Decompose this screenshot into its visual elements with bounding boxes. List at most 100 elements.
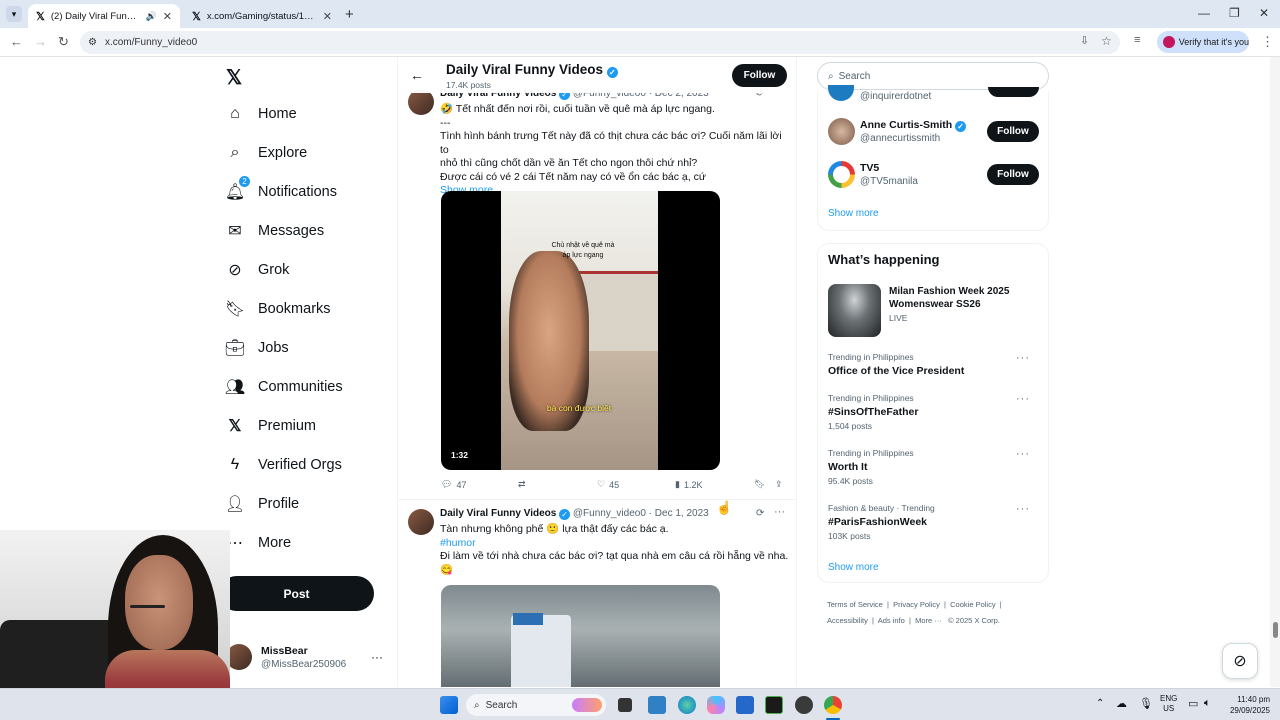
partial-follow-button[interactable] [988, 87, 1039, 97]
footer-link[interactable]: Accessibility [827, 616, 868, 625]
show-more-link[interactable]: Show more [828, 208, 879, 219]
forward-icon[interactable]: → [34, 34, 47, 49]
widgets-icon[interactable] [648, 696, 666, 714]
reply-button[interactable]: 💬︎ 47 [441, 479, 466, 490]
tray-chevron-icon[interactable]: ⌃ [1096, 698, 1104, 709]
app-icon[interactable] [795, 696, 813, 714]
clock[interactable]: 11:40 pm 29/09/2025 [1222, 694, 1270, 716]
trend-row[interactable]: Fashion & beauty · Trending #ParisFashio… [828, 503, 1040, 543]
suggestion-row[interactable]: TV5 @TV5manila Follow [828, 159, 1040, 191]
tab-daily-viral[interactable]: 𝕏 (2) Daily Viral Funny Videos 🔊 ✕ [28, 4, 180, 28]
edge-icon[interactable] [678, 696, 696, 714]
tweet-date[interactable]: Dec 1, 2023 [655, 508, 709, 519]
display-icon[interactable]: ▭ [1188, 697, 1198, 710]
nav-home[interactable]: ⌂ Home [226, 105, 297, 123]
nav-explore[interactable]: ⌕ Explore [226, 144, 308, 162]
tweet-avatar[interactable] [408, 509, 434, 535]
suggestion-name[interactable]: Anne Curtis-Smith ✓ [860, 119, 967, 132]
site-info-icon[interactable]: ⚙ [88, 37, 97, 48]
tweet-video[interactable] [441, 585, 720, 687]
bookmark-star-icon[interactable]: ☆ [1101, 34, 1112, 48]
menu-icon[interactable]: ⋮ [1261, 34, 1274, 50]
account-switcher[interactable]: MissBear @MissBear250906 ··· [226, 642, 386, 674]
nav-profile[interactable]: 👤︎ Profile [225, 495, 299, 513]
close-tab-icon[interactable]: ✕ [323, 10, 332, 23]
hashtag-link[interactable]: #humor [440, 537, 790, 551]
share-button[interactable]: ⇪ [775, 479, 783, 490]
nav-grok[interactable]: ⊘ Grok [226, 261, 289, 279]
back-arrow-icon[interactable]: ← [410, 67, 424, 83]
grok-icon[interactable]: ⟳ [756, 508, 764, 519]
close-tab-icon[interactable]: ✕ [163, 10, 172, 23]
tweet-handle[interactable]: @Funny_video0 [573, 508, 646, 519]
install-icon[interactable]: ⇩ [1080, 34, 1089, 47]
tweet-author[interactable]: Daily Viral Funny Videos [440, 508, 556, 519]
nav-premium[interactable]: 𝕏 Premium [226, 417, 316, 435]
tab-gaming-status[interactable]: 𝕏 x.com/Gaming/status/1659699 ✕ [184, 4, 340, 28]
suggestion-avatar[interactable] [828, 85, 854, 101]
nav-more[interactable]: ⋯ More [226, 534, 291, 552]
trend-more-icon[interactable]: ··· [1016, 448, 1030, 460]
tweet-video[interactable]: Chủ nhật về quê mà áp lực ngang bà con đ… [441, 191, 720, 470]
footer-link[interactable]: Cookie Policy [950, 600, 995, 609]
follow-button[interactable]: Follow [987, 121, 1039, 142]
mic-icon[interactable]: 🎙︎ [1139, 697, 1153, 710]
suggestion-avatar[interactable] [828, 118, 855, 145]
like-button[interactable]: ♡ 45 [597, 479, 619, 490]
tv5-logo-icon[interactable] [828, 161, 855, 188]
show-more-link[interactable]: Show more [828, 562, 879, 573]
close-window-button[interactable]: ✕ [1259, 6, 1269, 20]
taskbar-search[interactable]: ⌕ Search [466, 694, 606, 716]
footer-link[interactable]: Ads info [878, 616, 905, 625]
suggestion-row[interactable]: Anne Curtis-Smith ✓ @annecurtissmith Fol… [828, 116, 1040, 148]
nav-jobs[interactable]: 💼︎ Jobs [225, 339, 289, 357]
tweet[interactable]: Daily Viral Funny Videos ✓ @Funny_video0… [398, 85, 796, 500]
grok-floating-button[interactable]: ⊘ [1222, 643, 1258, 679]
trend-row[interactable]: Trending in Philippines #SinsOfTheFather… [828, 393, 1040, 433]
trend-more-icon[interactable]: ··· [1016, 393, 1030, 405]
nav-notifications[interactable]: 🔔︎ 2 Notifications [225, 176, 337, 201]
language-indicator[interactable]: ENG US [1160, 694, 1177, 714]
follow-button[interactable]: Follow [732, 64, 787, 87]
scrollbar-thumb[interactable] [1273, 622, 1278, 638]
footer-link[interactable]: Privacy Policy [893, 600, 940, 609]
account-more-icon[interactable]: ··· [371, 650, 383, 664]
url-field[interactable]: ⚙ x.com/Funny_video0 [80, 31, 1120, 54]
restore-button[interactable]: ❐ [1229, 6, 1240, 20]
trend-more-icon[interactable]: ··· [1016, 503, 1030, 515]
trend-more-icon[interactable]: ··· [1016, 352, 1030, 364]
store-icon[interactable] [736, 696, 754, 714]
nav-verified-orgs[interactable]: ϟ Verified Orgs [226, 456, 342, 474]
x-home-logo-icon[interactable]: 𝕏 [226, 65, 242, 90]
bookmark-button[interactable]: 🔖︎ [754, 479, 765, 490]
tab-search-icon[interactable]: ▾ [6, 6, 22, 22]
terminal-icon[interactable] [765, 696, 783, 714]
tweet-more-icon[interactable]: ··· [774, 506, 785, 518]
verify-button[interactable]: Verify that it's you [1157, 31, 1249, 53]
network-icon[interactable]: ☁ [1116, 697, 1127, 710]
nav-messages[interactable]: ✉ Messages [226, 222, 324, 240]
back-icon[interactable]: ← [10, 34, 23, 49]
trend-row[interactable]: Trending in Philippines Worth It 95.4K p… [828, 448, 1040, 488]
retweet-button[interactable]: ⇄ [518, 479, 526, 490]
page-scrollbar[interactable] [1270, 57, 1280, 687]
chrome-icon[interactable] [824, 696, 842, 714]
tweet[interactable]: Daily Viral Funny Videos ✓ @Funny_video0… [398, 505, 796, 687]
nav-communities[interactable]: 👥︎ Communities [225, 378, 343, 396]
suggestion-name[interactable]: TV5 [860, 162, 879, 174]
speaker-icon[interactable]: 🔊 [146, 11, 157, 22]
windows-start-icon[interactable] [440, 696, 458, 714]
post-button[interactable]: Post [219, 576, 374, 611]
speaker-icon[interactable]: 🔈︎ [1204, 697, 1211, 710]
reload-icon[interactable]: ↻ [58, 34, 69, 50]
footer-link[interactable]: More ··· [915, 616, 942, 625]
event-row[interactable]: Milan Fashion Week 2025 Womenswear SS26 … [828, 284, 1040, 338]
footer-link[interactable]: Terms of Service [827, 600, 883, 609]
copilot-icon[interactable] [707, 696, 725, 714]
media-icon[interactable]: ≡ [1134, 34, 1140, 46]
minimize-button[interactable]: — [1198, 6, 1210, 20]
follow-button[interactable]: Follow [987, 164, 1039, 185]
trend-row[interactable]: Trending in Philippines Office of the Vi… [828, 352, 1040, 382]
nav-bookmarks[interactable]: 🔖︎ Bookmarks [225, 300, 331, 318]
new-tab-button[interactable]: + [345, 6, 354, 23]
